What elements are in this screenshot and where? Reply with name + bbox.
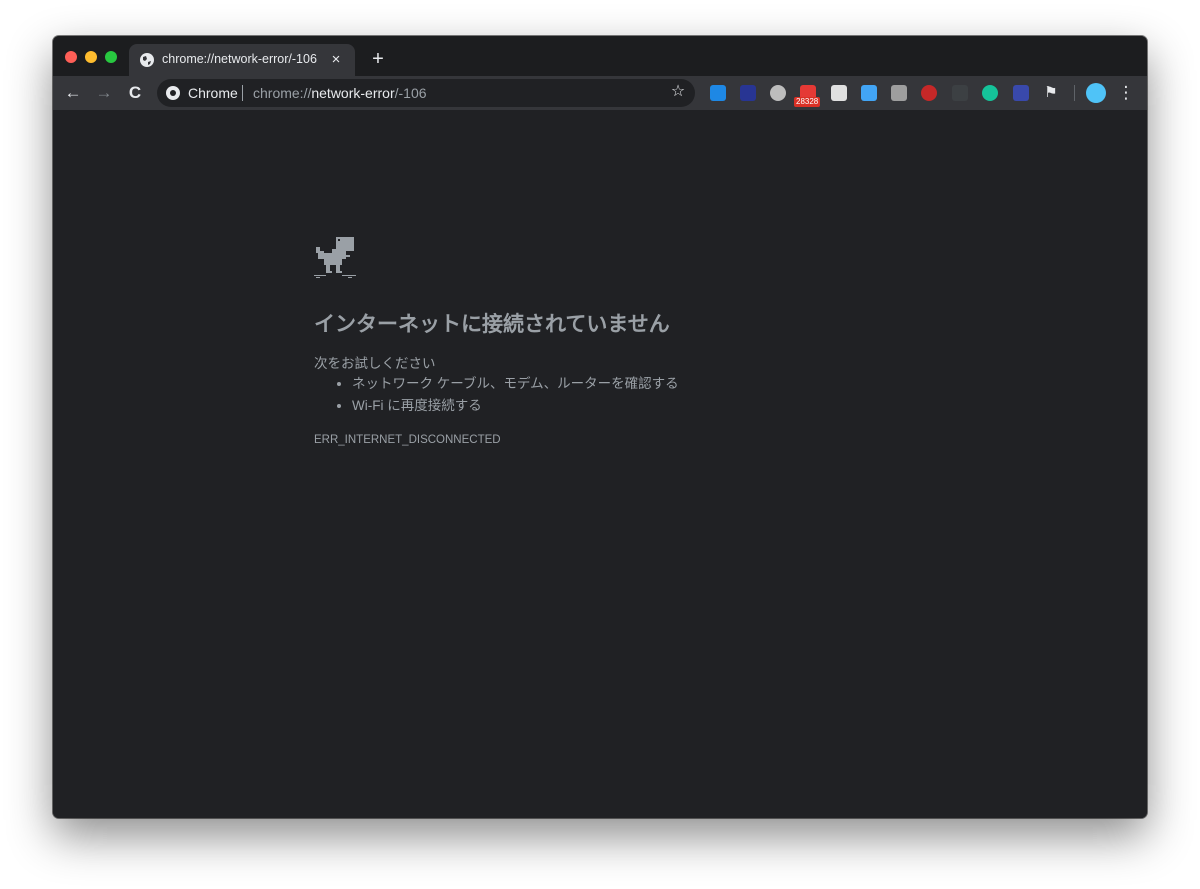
error-headline: インターネットに接続されていません [314, 313, 670, 336]
browser-window: chrome://network-error/-106 × + ← → C Ch… [53, 36, 1147, 818]
suggestions-title: 次をお試しください [314, 356, 436, 371]
reload-button[interactable]: C [124, 82, 146, 104]
bookmark-star-icon[interactable]: ☆ [669, 83, 687, 101]
url-prefix: chrome:// [253, 85, 312, 101]
hatena-bookmark-extension-icon[interactable] [710, 85, 726, 101]
profile-avatar[interactable] [1086, 83, 1106, 103]
document-extension-icon[interactable] [831, 85, 847, 101]
window-minimize-button[interactable] [85, 51, 97, 63]
flag-icon[interactable]: ⚑ [1043, 85, 1059, 101]
tab-strip: chrome://network-error/-106 × + [53, 36, 1147, 76]
error-code: ERR_INTERNET_DISCONNECTED [314, 434, 501, 446]
window-maximize-button[interactable] [105, 51, 117, 63]
unread-count-badge: 28328 [794, 97, 821, 107]
checkmark-extension-icon[interactable] [770, 85, 786, 101]
red-circle-extension-icon[interactable] [921, 85, 937, 101]
forward-button[interactable]: → [93, 82, 115, 104]
address-bar[interactable]: Chrome chrome://network-error/-106 ☆ [157, 79, 695, 107]
tab-network-error[interactable]: chrome://network-error/-106 × [129, 44, 355, 76]
disabled-extension-icon[interactable] [952, 85, 968, 101]
window-close-button[interactable] [65, 51, 77, 63]
print-extension-icon[interactable] [891, 85, 907, 101]
url-text[interactable]: chrome://network-error/-106 [253, 85, 427, 101]
suggestion-item: Wi-Fi に再度接続する [352, 395, 679, 417]
url-path: /-106 [394, 85, 427, 101]
translate-extension-icon[interactable] [861, 85, 877, 101]
toolbar-divider [1074, 85, 1075, 101]
toolbar: ← → C Chrome chrome://network-error/-106… [53, 76, 1147, 110]
error-page: インターネットに接続されていません 次をお試しください ネットワーク ケーブル、… [53, 110, 1147, 818]
browser-menu-button[interactable]: ⋮ [1117, 82, 1135, 104]
address-divider [242, 85, 243, 101]
tab-close-button[interactable]: × [327, 51, 345, 69]
suggestions-list: ネットワーク ケーブル、モデム、ルーターを確認する Wi-Fi に再度接続する [314, 373, 679, 417]
suggestion-item: ネットワーク ケーブル、モデム、ルーターを確認する [352, 373, 679, 395]
url-host: network-error [311, 85, 395, 101]
chrome-icon [166, 86, 180, 100]
grammarly-extension-icon[interactable] [982, 85, 998, 101]
dictionary-extension-icon[interactable] [740, 85, 756, 101]
back-button[interactable]: ← [62, 82, 84, 104]
security-chip-label: Chrome [188, 85, 238, 101]
globe-icon [140, 53, 154, 67]
dinosaur-icon [314, 237, 356, 278]
info-extension-icon[interactable] [1013, 85, 1029, 101]
tab-title: chrome://network-error/-106 [162, 52, 317, 66]
new-tab-button[interactable]: + [367, 48, 389, 70]
